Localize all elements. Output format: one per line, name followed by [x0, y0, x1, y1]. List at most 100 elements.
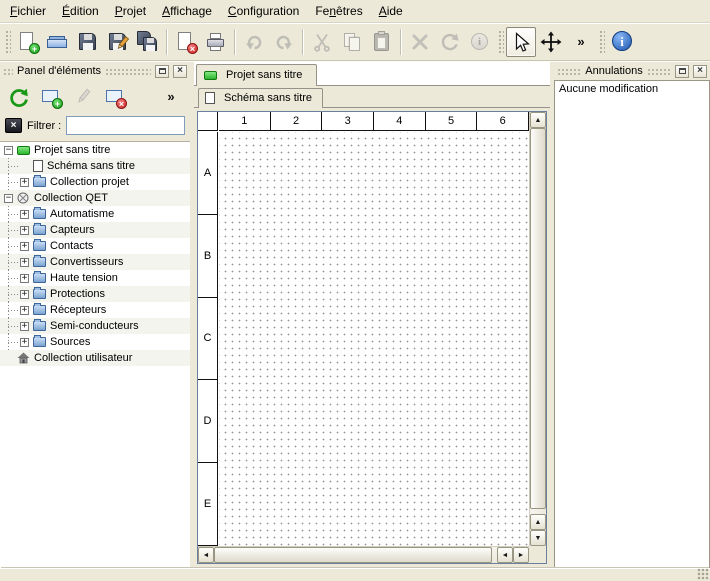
tree-item-recepteurs[interactable]: +Récepteurs: [0, 302, 190, 318]
toolbar-separator: [234, 29, 236, 55]
scroll-down-button[interactable]: ▼: [530, 530, 546, 546]
menu-edition[interactable]: Édition: [54, 0, 107, 22]
tree-item-protections[interactable]: +Protections: [0, 286, 190, 302]
menu-fichier[interactable]: Fichier: [2, 0, 54, 22]
horizontal-scrollbar[interactable]: ◄ ◄ ►: [198, 546, 529, 563]
rotate-button[interactable]: [435, 27, 465, 57]
dock-float-button[interactable]: [675, 65, 689, 78]
collapse-toggle[interactable]: −: [4, 194, 13, 203]
undo-button[interactable]: [239, 27, 269, 57]
menu-affichage[interactable]: Affichage: [154, 0, 220, 22]
diagram-canvas[interactable]: 123456 ABCDE: [198, 112, 529, 546]
expand-toggle[interactable]: +: [20, 178, 29, 187]
toolbar-handle[interactable]: [598, 29, 605, 55]
dock-close-button[interactable]: [173, 65, 187, 78]
collapse-toggle[interactable]: −: [4, 146, 13, 155]
column-headers: 123456: [219, 112, 529, 131]
save-all-button[interactable]: [133, 27, 163, 57]
expand-toggle[interactable]: +: [20, 210, 29, 219]
toolbar-handle[interactable]: [497, 29, 504, 55]
column-header-2: 2: [271, 112, 323, 131]
menu-fenetres[interactable]: Fenêtres: [307, 0, 370, 22]
about-qet-button[interactable]: i: [607, 27, 637, 57]
save-as-button[interactable]: [103, 27, 133, 57]
scroll-right-button[interactable]: ►: [513, 547, 529, 563]
tree-item-collection-qet[interactable]: −Collection QET: [0, 190, 190, 206]
vertical-scrollbar[interactable]: ▲ ▲ ▼: [529, 112, 546, 546]
toolbar-handle[interactable]: [4, 29, 11, 55]
tree-item-capteurs[interactable]: +Capteurs: [0, 222, 190, 238]
tree-item-collection-projet[interactable]: +Collection projet: [0, 174, 190, 190]
tree-item-haute-tension[interactable]: +Haute tension: [0, 270, 190, 286]
tree-item-sources[interactable]: +Sources: [0, 334, 190, 350]
tree-item-projet-sans-titre[interactable]: −Projet sans titre: [0, 142, 190, 158]
clear-filter-button[interactable]: [5, 118, 22, 133]
row-header-b: B: [198, 215, 218, 298]
horizontal-scroll-thumb[interactable]: [214, 547, 492, 563]
expand-toggle[interactable]: +: [20, 274, 29, 283]
delete-button[interactable]: [405, 27, 435, 57]
scroll-up-button-secondary[interactable]: ▲: [530, 514, 546, 530]
menu-configuration[interactable]: Configuration: [220, 0, 307, 22]
expand-toggle[interactable]: +: [20, 258, 29, 267]
menu-aide[interactable]: Aide: [371, 0, 411, 22]
new-element-button[interactable]: +: [36, 82, 66, 112]
new-project-button[interactable]: +: [13, 27, 43, 57]
expand-toggle[interactable]: +: [20, 338, 29, 347]
save-button[interactable]: [73, 27, 103, 57]
dock-float-button[interactable]: [155, 65, 169, 78]
expand-toggle[interactable]: +: [20, 322, 29, 331]
tree-item-convertisseurs[interactable]: +Convertisseurs: [0, 254, 190, 270]
expand-toggle[interactable]: +: [20, 242, 29, 251]
expand-toggle[interactable]: +: [20, 290, 29, 299]
toolbar-overflow-button[interactable]: »: [566, 27, 596, 57]
delete-element-button[interactable]: ×: [100, 82, 130, 112]
reload-collections-button[interactable]: [4, 82, 34, 112]
scroll-left-button-secondary[interactable]: ◄: [497, 547, 513, 563]
tree-guide-line: [8, 230, 19, 231]
menu-projet[interactable]: Projet: [107, 0, 154, 22]
close-file-button[interactable]: ×: [171, 27, 201, 57]
expand-toggle[interactable]: +: [20, 226, 29, 235]
tab-project[interactable]: Projet sans titre: [196, 64, 317, 85]
redo-button[interactable]: [269, 27, 299, 57]
tree-item-automatisme[interactable]: +Automatisme: [0, 206, 190, 222]
select-mode-button[interactable]: [506, 27, 536, 57]
print-button[interactable]: [201, 27, 231, 57]
undo-list[interactable]: Aucune modification: [554, 80, 710, 568]
dock-handle[interactable]: [647, 68, 671, 75]
tree-item-collection-utilisateur[interactable]: Collection utilisateur: [0, 350, 190, 366]
column-header-4: 4: [374, 112, 426, 131]
tab-schema[interactable]: Schéma sans titre: [198, 88, 323, 107]
paste-button[interactable]: [367, 27, 397, 57]
dock-handle[interactable]: [557, 68, 581, 75]
edit-element-button[interactable]: [68, 82, 98, 112]
dock-close-button[interactable]: [693, 65, 707, 78]
scroll-left-button[interactable]: ◄: [198, 547, 214, 563]
pan-mode-button[interactable]: [536, 27, 566, 57]
undo-dock-titlebar: Annulations: [554, 62, 710, 80]
workspace: Projet sans titre Schéma sans titre 1234…: [194, 62, 550, 568]
tree-item-semi-conducteurs[interactable]: +Semi-conducteurs: [0, 318, 190, 334]
cut-button[interactable]: [307, 27, 337, 57]
open-project-button[interactable]: [43, 27, 73, 57]
tree-item-schema-sans-titre[interactable]: Schéma sans titre: [0, 158, 190, 174]
dock-handle[interactable]: [3, 68, 13, 75]
panel-overflow-button[interactable]: »: [156, 82, 186, 112]
statusbar: [0, 568, 710, 581]
column-header-1: 1: [219, 112, 271, 131]
resize-grip[interactable]: [697, 568, 709, 580]
dock-handle[interactable]: [105, 68, 151, 75]
chevrons-icon: »: [159, 85, 183, 109]
vertical-scroll-thumb[interactable]: [530, 128, 546, 509]
copy-button[interactable]: [337, 27, 367, 57]
object-info-button[interactable]: i: [465, 27, 495, 57]
filter-input[interactable]: [66, 116, 185, 135]
move-icon: [539, 30, 563, 54]
tree-item-contacts[interactable]: +Contacts: [0, 238, 190, 254]
filter-label: Filtrer :: [27, 120, 61, 132]
scroll-up-button[interactable]: ▲: [530, 112, 546, 128]
folder-icon: [33, 241, 46, 251]
expand-toggle[interactable]: +: [20, 306, 29, 315]
float-icon: [679, 68, 686, 74]
